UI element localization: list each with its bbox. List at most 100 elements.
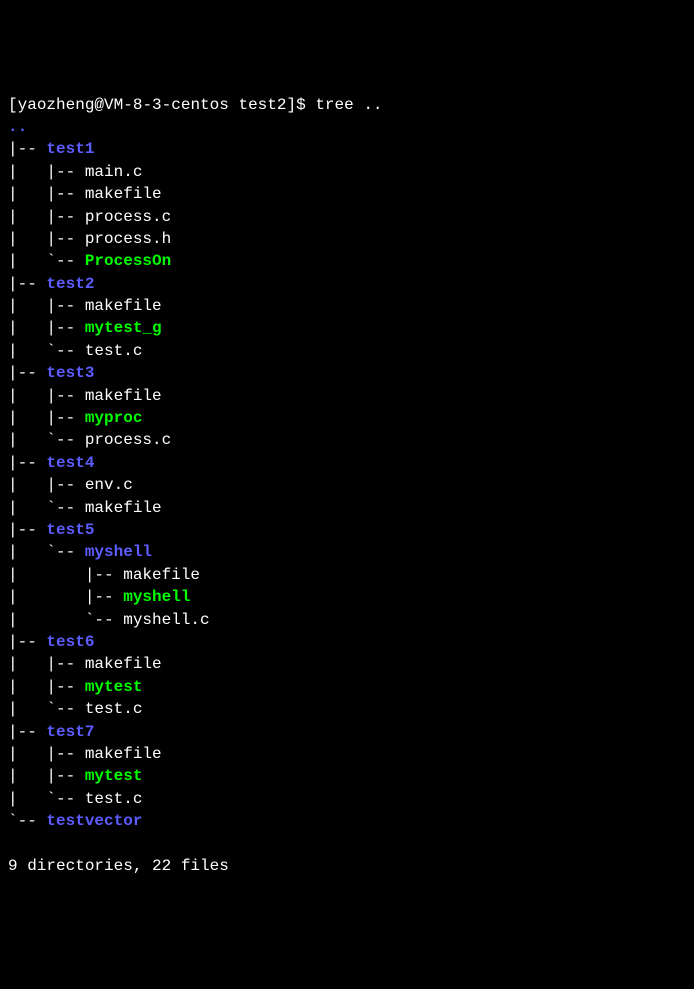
- directory-name: test5: [46, 521, 94, 539]
- tree-prefix: | |--: [8, 409, 85, 427]
- tree-prefix: | `--: [8, 543, 85, 561]
- tree-prefix: | `--: [8, 790, 85, 808]
- executable-name: mytest: [85, 767, 143, 785]
- tree-line: | |-- makefile: [8, 295, 686, 317]
- tree-line: | |-- mytest_g: [8, 317, 686, 339]
- tree-line: `-- testvector: [8, 810, 686, 832]
- tree-prefix: |--: [8, 521, 46, 539]
- tree-line: |-- test2: [8, 273, 686, 295]
- tree-line: |-- test6: [8, 631, 686, 653]
- file-name: makefile: [85, 185, 162, 203]
- command-text: tree ..: [315, 96, 382, 114]
- tree-line: | |-- main.c: [8, 161, 686, 183]
- tree-line: | `-- ProcessOn: [8, 250, 686, 272]
- tree-prefix: |--: [8, 633, 46, 651]
- tree-prefix: |--: [8, 275, 46, 293]
- tree-prefix: | |--: [8, 185, 85, 203]
- tree-root: ..: [8, 116, 686, 138]
- file-name: makefile: [85, 745, 162, 763]
- executable-name: mytest: [85, 678, 143, 696]
- tree-line: | `-- process.c: [8, 429, 686, 451]
- tree-prefix: | |--: [8, 566, 123, 584]
- file-name: makefile: [85, 655, 162, 673]
- tree-line: | |-- process.h: [8, 228, 686, 250]
- tree-line: | `-- myshell: [8, 541, 686, 563]
- tree-prefix: | |--: [8, 476, 85, 494]
- directory-name: test2: [46, 275, 94, 293]
- tree-line: |-- test7: [8, 721, 686, 743]
- tree-prefix: | |--: [8, 588, 123, 606]
- file-name: makefile: [85, 297, 162, 315]
- prompt-cwd: test2: [238, 96, 286, 114]
- tree-prefix: | `--: [8, 431, 85, 449]
- executable-name: myshell: [123, 588, 190, 606]
- directory-name: test4: [46, 454, 94, 472]
- file-name: env.c: [85, 476, 133, 494]
- tree-prefix: | |--: [8, 297, 85, 315]
- file-name: makefile: [85, 387, 162, 405]
- tree-prefix: | `--: [8, 342, 85, 360]
- directory-name: test6: [46, 633, 94, 651]
- tree-line: | `-- test.c: [8, 788, 686, 810]
- tree-prefix: |--: [8, 364, 46, 382]
- tree-prefix: | `--: [8, 700, 85, 718]
- tree-output: |-- test1| |-- main.c| |-- makefile| |--…: [8, 138, 686, 832]
- tree-prefix: | |--: [8, 767, 85, 785]
- tree-line: |-- test4: [8, 452, 686, 474]
- file-name: myshell.c: [123, 611, 209, 629]
- file-name: test.c: [85, 790, 143, 808]
- tree-prefix: `--: [8, 812, 46, 830]
- file-name: process.c: [85, 208, 171, 226]
- tree-line: |-- test5: [8, 519, 686, 541]
- executable-name: ProcessOn: [85, 252, 171, 270]
- prompt-dollar: $: [296, 96, 306, 114]
- tree-summary: 9 directories, 22 files: [8, 855, 686, 877]
- tree-prefix: | |--: [8, 655, 85, 673]
- directory-name: test1: [46, 140, 94, 158]
- tree-line: |-- test1: [8, 138, 686, 160]
- blank-line: [8, 832, 686, 854]
- file-name: makefile: [123, 566, 200, 584]
- tree-line: | `-- test.c: [8, 698, 686, 720]
- file-name: makefile: [85, 499, 162, 517]
- tree-line: | |-- mytest: [8, 676, 686, 698]
- tree-line: | |-- myshell: [8, 586, 686, 608]
- tree-line: |-- test3: [8, 362, 686, 384]
- tree-line: | |-- myproc: [8, 407, 686, 429]
- tree-line: | `-- test.c: [8, 340, 686, 362]
- file-name: main.c: [85, 163, 143, 181]
- executable-name: mytest_g: [85, 319, 162, 337]
- directory-name: test3: [46, 364, 94, 382]
- tree-line: | |-- makefile: [8, 564, 686, 586]
- tree-line: | `-- makefile: [8, 497, 686, 519]
- tree-line: | |-- mytest: [8, 765, 686, 787]
- prompt-host: VM-8-3-centos: [104, 96, 229, 114]
- tree-prefix: | |--: [8, 745, 85, 763]
- root-dir: ..: [8, 118, 27, 136]
- directory-name: testvector: [46, 812, 142, 830]
- tree-line: | |-- makefile: [8, 653, 686, 675]
- executable-name: myproc: [85, 409, 143, 427]
- file-name: test.c: [85, 342, 143, 360]
- tree-prefix: |--: [8, 454, 46, 472]
- prompt-user: yaozheng: [18, 96, 95, 114]
- tree-prefix: | |--: [8, 163, 85, 181]
- prompt-line[interactable]: [yaozheng@VM-8-3-centos test2]$ tree ..: [8, 94, 686, 116]
- tree-prefix: | |--: [8, 208, 85, 226]
- tree-line: | |-- makefile: [8, 183, 686, 205]
- tree-line: | |-- process.c: [8, 206, 686, 228]
- file-name: process.c: [85, 431, 171, 449]
- tree-line: | |-- makefile: [8, 743, 686, 765]
- tree-prefix: | |--: [8, 678, 85, 696]
- tree-line: | |-- env.c: [8, 474, 686, 496]
- file-name: test.c: [85, 700, 143, 718]
- tree-prefix: | |--: [8, 319, 85, 337]
- tree-prefix: |--: [8, 140, 46, 158]
- tree-line: | |-- makefile: [8, 385, 686, 407]
- tree-prefix: | `--: [8, 611, 123, 629]
- tree-prefix: | |--: [8, 230, 85, 248]
- tree-prefix: | |--: [8, 387, 85, 405]
- tree-prefix: |--: [8, 723, 46, 741]
- directory-name: myshell: [85, 543, 152, 561]
- tree-line: | `-- myshell.c: [8, 609, 686, 631]
